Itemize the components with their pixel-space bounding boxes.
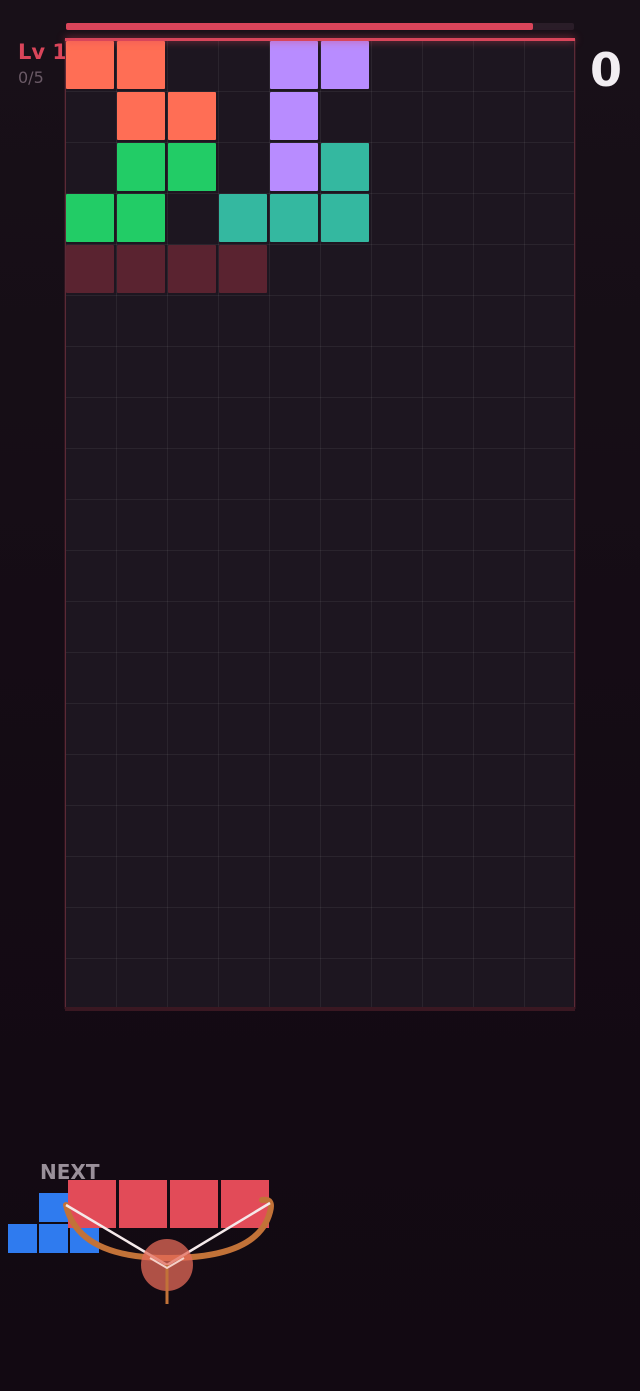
loaded-piece-cell — [68, 1180, 116, 1228]
block-cell — [270, 194, 318, 242]
arrow-nock — [149, 1257, 185, 1270]
loaded-piece-cell — [119, 1180, 167, 1228]
block-cell — [66, 194, 114, 242]
block-cell — [270, 143, 318, 191]
next-piece-cell — [39, 1193, 68, 1222]
next-piece-cell — [70, 1224, 99, 1253]
block-cell — [270, 92, 318, 140]
level-progress: 0/5 — [18, 68, 44, 87]
loaded-piece-cell — [221, 1180, 269, 1228]
block-cell — [270, 41, 318, 89]
block-cell — [168, 143, 216, 191]
block-cell — [168, 92, 216, 140]
timer-bar — [66, 23, 574, 30]
launcher-knob — [141, 1239, 193, 1291]
block-cell — [117, 92, 165, 140]
level-label: Lv 1 — [18, 40, 67, 64]
game-screen: Lv 1 0/5 0 NEXT — [0, 0, 640, 1391]
timer-bar-fill — [66, 23, 534, 30]
next-piece-cell — [8, 1224, 37, 1253]
danger-line — [65, 38, 575, 41]
block-cell — [219, 194, 267, 242]
game-board[interactable] — [65, 40, 575, 1008]
target-cell — [168, 245, 216, 293]
target-cell — [66, 245, 114, 293]
block-cell — [117, 143, 165, 191]
block-cell — [321, 143, 369, 191]
block-cell — [117, 41, 165, 89]
block-cell — [66, 41, 114, 89]
board-floor — [65, 1007, 575, 1011]
next-piece-cell — [39, 1224, 68, 1253]
score: 0 — [589, 43, 622, 97]
target-cell — [219, 245, 267, 293]
block-cell — [321, 194, 369, 242]
block-cell — [117, 194, 165, 242]
target-cell — [117, 245, 165, 293]
block-cell — [321, 41, 369, 89]
loaded-piece-cell — [170, 1180, 218, 1228]
